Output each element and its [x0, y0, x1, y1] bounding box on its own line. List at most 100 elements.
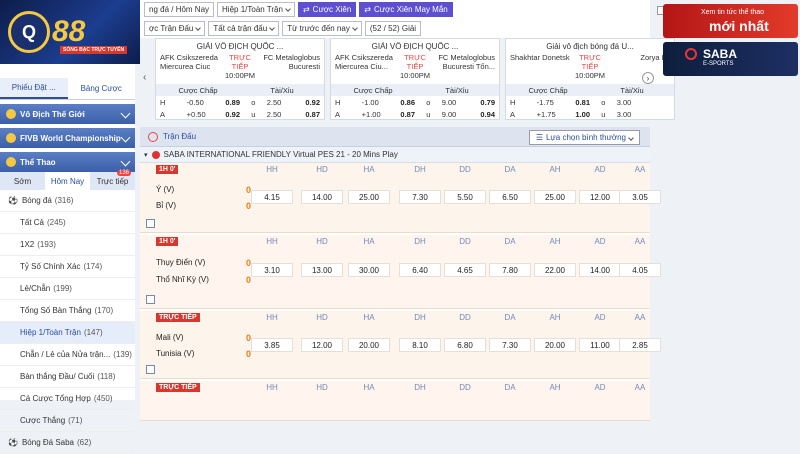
- tab-early[interactable]: Sớm: [0, 172, 45, 190]
- live-match-card[interactable]: GIẢI VÔ ĐỊCH QUỐC ... AFK Csikszereda Mi…: [330, 38, 500, 120]
- market-header: Cược Chấp Tài/Xỉu: [506, 84, 674, 96]
- tab-today[interactable]: Hôm Nay: [45, 172, 90, 190]
- odds-button[interactable]: 25.00: [534, 190, 576, 204]
- ads-panel: Xem tin tức thể thao mới nhất SABA E-SPO…: [655, 0, 800, 80]
- time-range-select[interactable]: Từ trước đến nay: [282, 21, 362, 36]
- odds-button[interactable]: 7.30: [489, 338, 531, 352]
- odds-button[interactable]: 7.80: [489, 263, 531, 277]
- sidebar-item[interactable]: 1X2 (193): [0, 234, 135, 256]
- logo-text: 88: [52, 15, 86, 48]
- home-team: Thụy Điển (V): [156, 258, 206, 267]
- sidebar-section-sports[interactable]: Thể Thao: [0, 152, 135, 172]
- odds-button[interactable]: 6.40: [399, 263, 441, 277]
- sidebar-item[interactable]: Tỷ Số Chính Xác (174): [0, 256, 135, 278]
- more-markets-icon[interactable]: [146, 295, 155, 304]
- chevron-right-icon[interactable]: ›: [642, 72, 654, 84]
- odds-button[interactable]: 6.80: [444, 338, 486, 352]
- odds-button[interactable]: 12.00: [301, 338, 343, 352]
- sidebar-item[interactable]: Lẻ/Chẵn (199): [0, 278, 135, 300]
- sidebar-item-count: (147): [83, 328, 103, 337]
- odds-button[interactable]: 4.05: [619, 263, 661, 277]
- sidebar-item[interactable]: Hiệp 1/Toàn Trận (147): [0, 322, 135, 344]
- breadcrumb[interactable]: ng đá / Hôm Nay: [144, 2, 215, 17]
- parlay-button[interactable]: ⇄ Cược Xiên: [297, 2, 357, 17]
- handicap: -1.75: [536, 97, 554, 107]
- odds-value[interactable]: 0.94: [468, 110, 495, 119]
- esports-banner[interactable]: SABA E-SPORTS: [663, 42, 798, 76]
- league-header[interactable]: ▾ SABA INTERNATIONAL FRIENDLY Virtual PE…: [140, 147, 650, 163]
- sidebar-item[interactable]: ⚽ Bóng Đá Saba (62): [0, 432, 135, 454]
- odds-button[interactable]: 6.50: [489, 190, 531, 204]
- odds-value[interactable]: 0.79: [468, 98, 495, 107]
- sidebar-item-count: (118): [97, 372, 116, 381]
- odds-button[interactable]: 25.00: [348, 190, 390, 204]
- sidebar-item[interactable]: Cược Thắng (71): [0, 410, 135, 432]
- odds-button[interactable]: 13.00: [301, 263, 343, 277]
- sidebar-section-world-cup[interactable]: Vô Địch Thế Giới: [0, 104, 135, 124]
- match-status: TRỰC TIẾP 10:00PM: [570, 53, 610, 80]
- chevron-left-icon[interactable]: ‹: [143, 72, 146, 83]
- market-select[interactable]: Hiệp 1/Toàn Trận: [217, 2, 295, 17]
- odds-button[interactable]: 11.00: [579, 338, 621, 352]
- odds-value[interactable]: 0.87: [388, 110, 415, 119]
- home-team: Shakhtar Donetsk: [510, 53, 570, 62]
- sidebar-item-label: Bàn thắng Đầu/ Cuối: [20, 372, 95, 381]
- odds-button[interactable]: 7.30: [399, 190, 441, 204]
- live-match-card[interactable]: GIẢI VÔ ĐỊCH QUỐC ... AFK Csikszereda Mi…: [155, 38, 325, 120]
- home-team: Ý (V): [156, 185, 175, 194]
- odds-value[interactable]: 0.92: [213, 110, 240, 119]
- odds-value[interactable]: 0.89: [213, 98, 240, 107]
- column-header: AH: [549, 383, 561, 392]
- odds-value[interactable]: 1.00: [563, 110, 590, 119]
- odds-value[interactable]: 0.81: [563, 98, 590, 107]
- chevron-icon: [120, 156, 131, 167]
- odds-row: H -1.00 0.86 o 9.00 0.79: [331, 96, 499, 108]
- league-count-select[interactable]: (52 / 52) Giải: [364, 21, 422, 36]
- more-markets-icon[interactable]: [146, 219, 155, 228]
- column-header: AA: [634, 237, 646, 246]
- odds-button[interactable]: 4.65: [444, 263, 486, 277]
- more-markets-icon[interactable]: [146, 365, 155, 374]
- odds-value[interactable]: 0.92: [293, 98, 320, 107]
- sidebar-section-fivb[interactable]: FIVB World Championship: [0, 128, 135, 148]
- odds-button[interactable]: 8.10: [399, 338, 441, 352]
- chevron-down-icon: [269, 24, 276, 31]
- match-row: TRỰC TIẾP HH HD HA DH DD DA AH AD AA: [140, 381, 650, 421]
- sidebar-item-count: (245): [47, 218, 66, 227]
- odds-button[interactable]: 12.00: [579, 190, 621, 204]
- odds-button[interactable]: 20.00: [348, 338, 390, 352]
- sort-select[interactable]: ☰ Lựa chọn bình thường: [528, 130, 640, 145]
- odds-button[interactable]: 3.10: [251, 263, 293, 277]
- column-header: AA: [634, 313, 646, 322]
- site-logo[interactable]: Q 88 SÒNG BẠC TRỰC TUYẾN: [0, 0, 140, 64]
- odds-button[interactable]: 22.00: [534, 263, 576, 277]
- odds-button[interactable]: 3.05: [619, 190, 661, 204]
- odds-button[interactable]: 14.00: [579, 263, 621, 277]
- sidebar-item[interactable]: Tổng Số Bàn Thắng (170): [0, 300, 135, 322]
- sidebar-item[interactable]: Cá Cược Tổng Hợp (450): [0, 388, 135, 410]
- column-header: DA: [504, 383, 516, 392]
- odds-button[interactable]: 20.00: [534, 338, 576, 352]
- match-bet-select[interactable]: ợc Trận Đấu: [144, 21, 206, 36]
- lucky-parlay-button[interactable]: ⇄ Cược Xiên May Mắn: [359, 2, 453, 17]
- odds-button[interactable]: 14.00: [301, 190, 343, 204]
- tab-bet-slip[interactable]: Phiếu Đặt ...: [0, 78, 68, 99]
- sidebar-item[interactable]: Chẵn / Lẻ của Nửa trận... (139): [0, 344, 135, 366]
- league-name: SABA INTERNATIONAL FRIENDLY Virtual PES …: [163, 150, 398, 159]
- sidebar-item[interactable]: ⚽ Bóng đá (316): [0, 190, 135, 212]
- all-matches-select[interactable]: Tất cả trận đấu: [208, 21, 280, 36]
- table-title: Trận Đấu: [163, 132, 197, 141]
- odds-button[interactable]: 4.15: [251, 190, 293, 204]
- odds-value[interactable]: 0.87: [293, 110, 320, 119]
- column-header: AA: [634, 383, 646, 392]
- tab-bet-board[interactable]: Bảng Cược: [68, 78, 136, 99]
- home-team: AFK Csikszereda Miercurea Ciu...: [335, 53, 393, 71]
- sidebar-item[interactable]: Tất Cả (245): [0, 212, 135, 234]
- sidebar-item[interactable]: Bàn thắng Đầu/ Cuối (118): [0, 366, 135, 388]
- odds-button[interactable]: 3.85: [251, 338, 293, 352]
- news-banner[interactable]: Xem tin tức thể thao mới nhất: [663, 4, 798, 38]
- odds-button[interactable]: 30.00: [348, 263, 390, 277]
- odds-button[interactable]: 5.50: [444, 190, 486, 204]
- odds-value[interactable]: 0.86: [388, 98, 415, 107]
- odds-button[interactable]: 2.85: [619, 338, 661, 352]
